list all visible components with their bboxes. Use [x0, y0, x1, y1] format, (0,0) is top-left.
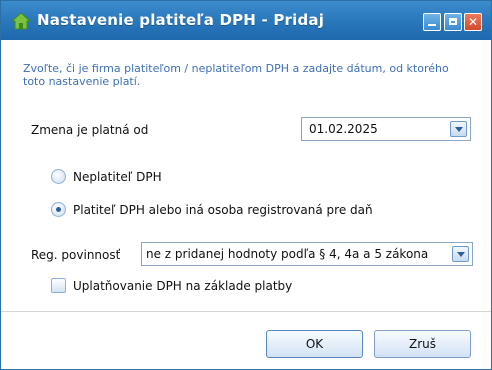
radio-platitel[interactable]	[51, 202, 66, 217]
registration-select[interactable]: ne z pridanej hodnoty podľa § 4, 4a a 5 …	[141, 242, 473, 266]
registration-value: ne z pridanej hodnoty podľa § 4, 4a a 5 …	[146, 247, 429, 261]
radio-neplatitel[interactable]	[51, 169, 66, 184]
cancel-button[interactable]: Zruš	[374, 330, 471, 358]
title-bar[interactable]: Nastavenie platiteľa DPH - Pridaj ✕	[1, 1, 491, 40]
dialog-window: Nastavenie platiteľa DPH - Pridaj ✕ Zvoľ…	[0, 0, 492, 370]
maximize-button[interactable]	[444, 13, 462, 31]
minimize-button[interactable]	[423, 13, 441, 31]
radio-neplatitel-label[interactable]: Neplatiteľ DPH	[73, 170, 162, 184]
date-value: 01.02.2025	[309, 122, 378, 136]
radio-platitel-label[interactable]: Platiteľ DPH alebo iná osoba registrovan…	[73, 203, 373, 217]
house-icon	[11, 12, 31, 30]
cash-accounting-checkbox[interactable]	[51, 278, 66, 293]
date-label: Zmena je platná od	[31, 123, 149, 137]
info-text: Zvoľte, či je firma platiteľom / neplati…	[23, 62, 449, 88]
ok-button[interactable]: OK	[266, 330, 363, 358]
minimize-icon	[428, 24, 436, 26]
maximize-icon	[449, 18, 457, 25]
registration-dropdown-button[interactable]	[452, 246, 469, 262]
window-title: Nastavenie platiteľa DPH - Pridaj	[37, 11, 325, 29]
close-icon: ✕	[467, 15, 479, 29]
date-dropdown-button[interactable]	[450, 121, 467, 137]
registration-label: Reg. povinnosť	[31, 248, 121, 262]
date-field[interactable]: 01.02.2025	[301, 117, 471, 141]
cash-accounting-label[interactable]: Uplatňovanie DPH na základe platby	[73, 279, 292, 293]
divider	[1, 311, 491, 312]
close-button[interactable]: ✕	[464, 13, 482, 31]
